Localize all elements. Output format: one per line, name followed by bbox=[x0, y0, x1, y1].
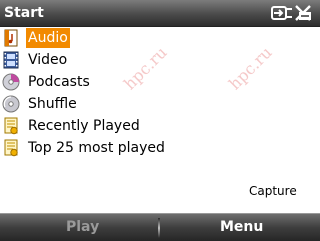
menu-item-top-25[interactable]: Top 25 most played bbox=[0, 137, 320, 159]
menu-item-label: Recently Played bbox=[28, 118, 140, 134]
menu-softkey[interactable]: Menu bbox=[220, 219, 263, 235]
status-icons bbox=[270, 3, 314, 23]
playlist-icon bbox=[2, 139, 20, 157]
page-title: Start bbox=[4, 5, 44, 21]
podcast-cd-icon bbox=[2, 73, 20, 91]
playlist-icon bbox=[2, 117, 20, 135]
menu-item-label: Podcasts bbox=[28, 74, 90, 90]
menu-item-audio[interactable]: Audio bbox=[0, 27, 320, 49]
menu-item-podcasts[interactable]: Podcasts bbox=[0, 71, 320, 93]
title-bar: Start bbox=[0, 0, 320, 27]
connectivity-icon[interactable] bbox=[271, 6, 292, 20]
menu-item-label: Top 25 most played bbox=[28, 140, 165, 156]
audio-file-icon bbox=[2, 29, 20, 47]
play-softkey[interactable]: Play bbox=[66, 219, 99, 235]
menu-item-video[interactable]: Video bbox=[0, 49, 320, 71]
close-icon[interactable] bbox=[295, 5, 311, 21]
menu-item-label: Shuffle bbox=[28, 96, 77, 112]
menu-item-recently-played[interactable]: Recently Played bbox=[0, 115, 320, 137]
capture-label: Capture bbox=[249, 184, 297, 198]
menu-list: Audio Video Podcasts Shuffle Recently Pl… bbox=[0, 27, 320, 159]
shuffle-cd-icon bbox=[2, 95, 20, 113]
menu-item-label: Audio bbox=[26, 28, 70, 48]
softkey-bar: Play Menu bbox=[0, 213, 320, 241]
menu-item-label: Video bbox=[28, 52, 68, 68]
video-film-icon bbox=[2, 51, 20, 69]
menu-item-shuffle[interactable]: Shuffle bbox=[0, 93, 320, 115]
softkey-divider bbox=[158, 218, 160, 238]
